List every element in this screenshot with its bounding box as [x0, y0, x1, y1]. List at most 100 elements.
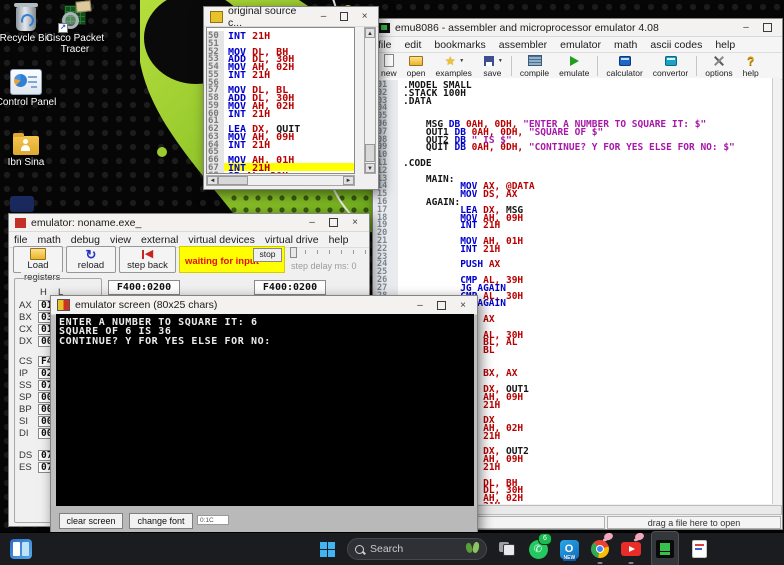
toolbar-button-calculator[interactable]: calculator	[601, 54, 647, 78]
menu-item-emulator[interactable]: emulator	[560, 39, 601, 51]
menu-item-external[interactable]: external	[141, 234, 178, 246]
emulator-titlebar[interactable]: emulator: noname.exe_ – ×	[9, 214, 369, 232]
compile-icon	[528, 55, 542, 67]
terminal-text-line: CONTINUE? Y FOR YES ELSE FOR NO:	[59, 335, 271, 347]
toolbar-button-compile[interactable]: compile	[515, 54, 554, 78]
icon-label: Control Panel	[0, 97, 57, 108]
clear-screen-button[interactable]: clear screen	[59, 513, 123, 529]
minimize-icon[interactable]: –	[412, 298, 428, 313]
scroll-up-icon[interactable]: ▲	[365, 28, 375, 38]
minimize-icon[interactable]: –	[738, 20, 754, 35]
vertical-scrollbar[interactable]: ▲ ▼	[364, 27, 376, 174]
toolbar-button-examples[interactable]: ▼ examples	[431, 54, 477, 78]
code-line: 52 MOV DL, BH	[207, 46, 354, 58]
taskbar-item-notes[interactable]	[688, 534, 710, 564]
toolbar-button-open[interactable]: open	[402, 54, 431, 78]
menu-item-math[interactable]: math	[614, 39, 637, 51]
toolbar-button-new[interactable]: new	[376, 54, 402, 78]
menu-item-virtual-drive[interactable]: virtual drive	[265, 234, 319, 246]
task-view-button[interactable]	[496, 534, 518, 564]
menu-item-help[interactable]: help	[329, 234, 349, 246]
menu-item-file[interactable]: file	[378, 39, 391, 51]
menu-item-help[interactable]: help	[715, 39, 735, 51]
close-icon[interactable]: ×	[347, 215, 363, 230]
code-text: MOV DL, BH	[228, 46, 289, 58]
step-delay-slider[interactable]	[290, 247, 366, 258]
change-font-button[interactable]: change font	[129, 513, 193, 529]
menu-item-edit[interactable]: edit	[404, 39, 421, 51]
scroll-right-icon[interactable]: ►	[343, 176, 354, 185]
toolbar-button-save[interactable]: ▼ save	[477, 54, 508, 78]
taskbar-item-outlook[interactable]: O NEW	[558, 534, 580, 564]
address-box-1[interactable]: F400:0200	[108, 280, 180, 295]
minimize-icon[interactable]: –	[304, 215, 320, 230]
menu-item-debug[interactable]: debug	[71, 234, 100, 246]
menu-item-bookmarks[interactable]: bookmarks	[434, 39, 485, 51]
line-number: 67	[207, 162, 224, 173]
desktop-icon-control-panel[interactable]: Control Panel	[0, 66, 58, 108]
scroll-down-icon[interactable]: ▼	[365, 163, 375, 173]
source-titlebar[interactable]: original source c... – ×	[204, 5, 378, 29]
taskbar-item-whatsapp[interactable]: ✆ 6	[527, 533, 552, 564]
menu-item-assembler[interactable]: assembler	[499, 39, 547, 51]
toolbar-button-convertor[interactable]: convertor	[648, 54, 693, 78]
close-icon[interactable]: ×	[455, 298, 471, 313]
toolbar-button-emulate[interactable]: emulate	[554, 54, 594, 78]
start-button[interactable]	[316, 534, 338, 564]
horizontal-scrollbar[interactable]: ◄ ►	[206, 175, 355, 186]
line-number: 20	[374, 228, 398, 238]
chevron-down-icon[interactable]: ▼	[459, 58, 464, 64]
source-code-view[interactable]: 50 INT 21H 51 52 MOV DL, BH 53 ADD DL, 30H 54 MO…	[206, 27, 355, 174]
terminal-bottom-bar: clear screen change font 0:1C	[51, 506, 477, 532]
stop-button[interactable]: stop	[253, 248, 282, 262]
menu-item-math[interactable]: math	[37, 234, 60, 246]
step-back-button[interactable]: ◀ step back	[119, 246, 176, 273]
scroll-thumb[interactable]	[218, 176, 248, 185]
code-text: MOV AH, 01H	[228, 155, 295, 166]
scroll-thumb[interactable]	[365, 144, 375, 162]
waiting-status: waiting for input	[185, 256, 259, 267]
toolbar-button-help[interactable]: help	[738, 54, 764, 78]
code-text: INT 21H	[460, 243, 501, 255]
code-line: 03 .DATA	[374, 95, 774, 107]
widgets-icon[interactable]	[10, 539, 32, 559]
desktop-icon-cisco-packet-tracer[interactable]: ↗ Cisco Packet Tracer	[40, 0, 110, 55]
menu-item-ascii-codes[interactable]: ascii codes	[650, 39, 702, 51]
toolbar-button-options[interactable]: options	[700, 54, 737, 78]
desktop-icon-ibn-sina[interactable]: Ibn Sina	[0, 130, 58, 168]
menu-item-file[interactable]: file	[14, 234, 27, 246]
toolbar-label: convertor	[652, 67, 689, 78]
minimize-icon[interactable]: –	[316, 9, 331, 24]
maximize-icon[interactable]	[763, 23, 772, 32]
chevron-down-icon[interactable]: ▼	[498, 58, 503, 64]
line-number: 25	[374, 267, 398, 277]
maximize-icon[interactable]	[339, 12, 349, 21]
menu-item-virtual-devices[interactable]: virtual devices	[188, 234, 255, 246]
menu-item-view[interactable]: view	[110, 234, 131, 246]
code-line: 07 OUT1 DB 0AH, 0DH, "SQUARE OF $"	[374, 126, 774, 138]
options-tools-icon	[712, 55, 726, 67]
maximize-icon[interactable]	[437, 300, 446, 310]
code-text: LEA DX, MSG	[460, 204, 524, 216]
load-button[interactable]: Load	[13, 246, 63, 273]
terminal-titlebar[interactable]: emulator screen (80x25 chars) – ×	[51, 296, 477, 315]
address-box-2[interactable]: F400:0200	[254, 280, 326, 295]
code-line: 61	[207, 116, 354, 126]
emu8086-titlebar[interactable]: emu8086 - assembler and microprocessor e…	[373, 19, 782, 37]
vertical-scrollbar[interactable]	[772, 78, 781, 504]
taskbar-item-emu8086-active[interactable]	[651, 531, 679, 565]
maximize-icon[interactable]	[329, 218, 338, 227]
scroll-left-icon[interactable]: ◄	[207, 176, 218, 185]
desktop-icon-partial[interactable]	[10, 196, 34, 212]
search-box[interactable]: Search	[347, 538, 487, 560]
taskbar-item-youtube[interactable]	[620, 531, 645, 564]
taskbar-item-chrome[interactable]	[589, 531, 614, 564]
register-name: ES	[19, 462, 32, 473]
terminal-screen[interactable]: ENTER A NUMBER TO SQUARE IT: 6 SQUARE OF …	[56, 314, 474, 506]
reload-button[interactable]: ↻ reload	[66, 246, 116, 273]
line-number: 55	[207, 69, 224, 80]
close-icon[interactable]: ×	[357, 9, 372, 24]
code-text: AGAIN:	[403, 196, 461, 208]
